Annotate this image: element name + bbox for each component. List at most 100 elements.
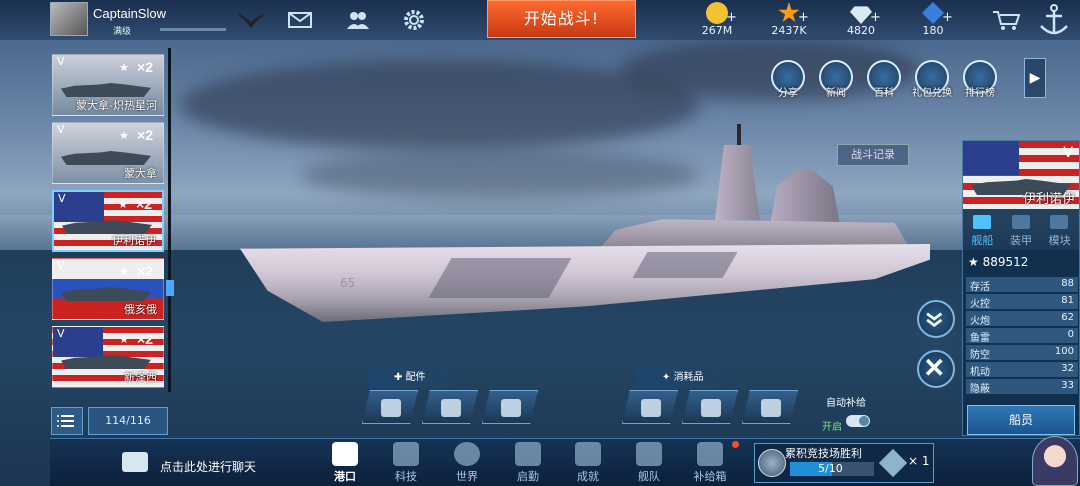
nav-world[interactable]: 世界 xyxy=(445,442,489,486)
ship-multiplier: ×2 xyxy=(136,196,152,212)
stat-row: 隐蔽 33 xyxy=(966,379,1078,395)
ship-tabs: 舰船 装甲 模块 xyxy=(963,212,1079,250)
stat-row: 火炮 62 xyxy=(966,311,1078,327)
ship-name: 伊利诺伊 xyxy=(112,234,156,247)
auto-supply-state: 开启 xyxy=(822,422,842,433)
gem-icon xyxy=(922,2,944,24)
parts-slot[interactable] xyxy=(482,390,538,424)
consumable-slot[interactable] xyxy=(742,390,798,424)
rank-badge-button[interactable] xyxy=(917,300,955,338)
upgrade-button[interactable] xyxy=(917,350,955,388)
chevron-right-icon: ▶ xyxy=(1029,70,1041,86)
hull-number: 65 xyxy=(340,276,356,290)
armor-icon xyxy=(1011,215,1030,229)
ship-card[interactable]: V ★ ×2 新泽西 xyxy=(52,326,164,388)
speed-boost-icon xyxy=(761,399,781,417)
ship-card-selected[interactable]: V ★ ×2 伊利诺伊 xyxy=(52,190,164,252)
stat-label: 鱼雷 xyxy=(970,333,990,344)
parts-slot[interactable] xyxy=(362,390,418,424)
globe-icon xyxy=(454,442,480,466)
ship-list-scrollbar[interactable] xyxy=(168,48,171,392)
shop-cart-icon[interactable] xyxy=(992,9,1022,31)
consumable-slot[interactable] xyxy=(682,390,738,424)
ship-name: 伊利诺伊 xyxy=(1022,192,1075,207)
ship-tier: V xyxy=(58,192,66,205)
ship-list-menu-button[interactable] xyxy=(51,407,83,435)
scrollbar-thumb[interactable] xyxy=(166,280,174,296)
achievement-icon xyxy=(575,442,601,466)
anchor-icon[interactable] xyxy=(1036,2,1072,38)
friends-icon[interactable] xyxy=(346,9,370,31)
stat-value: 62 xyxy=(1061,312,1074,323)
share-button[interactable]: 分享 xyxy=(767,60,809,110)
ship-multiplier: ×2 xyxy=(137,331,153,347)
encyclopedia-label: 百科 xyxy=(874,88,894,99)
nav-fleet[interactable]: 舰队 xyxy=(627,442,671,486)
hull-camo xyxy=(632,252,738,278)
propeller-part-icon xyxy=(441,399,461,417)
nav-supply-box[interactable]: 补给箱 xyxy=(688,442,732,486)
stat-value: 32 xyxy=(1061,363,1074,374)
star-icon: ★ xyxy=(968,255,983,269)
battle-record-button[interactable]: 战斗记录 xyxy=(837,144,909,166)
nav-tech[interactable]: 科技 xyxy=(384,442,428,486)
tab-module[interactable]: 模块 xyxy=(1040,212,1079,250)
tech-icon xyxy=(393,442,419,466)
ship-tier: V xyxy=(1063,145,1073,161)
ship-name: 俄亥俄 xyxy=(124,303,157,316)
chevron-rank-icon xyxy=(926,312,943,327)
chat-prompt[interactable]: 点击此处进行聊天 xyxy=(160,458,256,475)
nav-duty[interactable]: 启勤 xyxy=(506,442,550,486)
consumable-slot[interactable] xyxy=(622,390,678,424)
wrench-icon xyxy=(925,358,943,376)
ship-tier: V xyxy=(57,55,65,68)
leaderboard-button[interactable]: 排行榜 xyxy=(959,60,1001,110)
news-label: 新闻 xyxy=(826,88,846,99)
expand-menu-button[interactable]: ▶ xyxy=(1024,58,1046,98)
player-avatar[interactable] xyxy=(50,2,88,36)
tab-ship[interactable]: 舰船 xyxy=(963,212,1002,250)
cloud xyxy=(300,150,700,200)
ship-card[interactable]: V ★ ×2 蒙大拿 xyxy=(52,122,164,184)
module-icon xyxy=(1050,215,1069,229)
ship-multiplier: ×2 xyxy=(137,127,153,143)
nav-harbor[interactable]: 港口 xyxy=(323,442,367,486)
start-battle-button[interactable]: 开始战斗! xyxy=(487,0,636,38)
gift-exchange-button[interactable]: 礼包兑换 xyxy=(911,60,953,110)
gift-exchange-label: 礼包兑换 xyxy=(912,88,952,99)
ship-name: 新泽西 xyxy=(124,371,157,384)
auto-supply-toggle[interactable] xyxy=(846,415,870,427)
ship-card[interactable]: V ★ ×2 俄亥俄 xyxy=(52,258,164,320)
resource-gems[interactable]: + 180 xyxy=(898,2,968,40)
ship-card[interactable]: V ★ ×2 蒙大拿-炽热星河 xyxy=(52,54,164,116)
tab-armor[interactable]: 装甲 xyxy=(1002,212,1041,250)
mail-icon[interactable] xyxy=(288,9,312,31)
ship-tier: V xyxy=(57,259,65,272)
news-button[interactable]: 新闻 xyxy=(815,60,857,110)
encyclopedia-button[interactable]: 百科 xyxy=(863,60,905,110)
stat-row: 机动 32 xyxy=(966,362,1078,378)
nav-achievement[interactable]: 成就 xyxy=(566,442,610,486)
resource-stars[interactable]: + 2437K xyxy=(754,2,824,40)
star-icon xyxy=(778,2,800,23)
crew-button[interactable]: 船员 xyxy=(967,405,1075,435)
gun-part-icon xyxy=(501,399,521,417)
stat-value: 88 xyxy=(1061,278,1074,289)
ship-rating: ★ 889512 xyxy=(968,255,1029,269)
auto-supply-label: 自动补给 xyxy=(826,398,866,409)
settings-gear-icon[interactable] xyxy=(402,9,426,31)
chat-icon[interactable] xyxy=(122,452,148,472)
assistant-avatar[interactable] xyxy=(1032,436,1078,486)
add-icon: + xyxy=(870,10,881,25)
stat-row: 鱼雷 0 xyxy=(966,328,1078,344)
stat-label: 机动 xyxy=(970,367,990,378)
ship-name: 蒙大拿-炽热星河 xyxy=(76,99,157,112)
resource-diamonds[interactable]: + 4820 xyxy=(826,2,896,40)
medal-icon xyxy=(758,449,786,477)
parts-slot[interactable] xyxy=(422,390,478,424)
xp-bar xyxy=(160,28,226,31)
consumables-header: ✦ 消耗品 xyxy=(636,368,728,388)
player-name: CaptainSlow xyxy=(93,6,166,21)
ship-icon xyxy=(973,215,991,229)
resource-gold[interactable]: + 267M xyxy=(682,2,752,40)
